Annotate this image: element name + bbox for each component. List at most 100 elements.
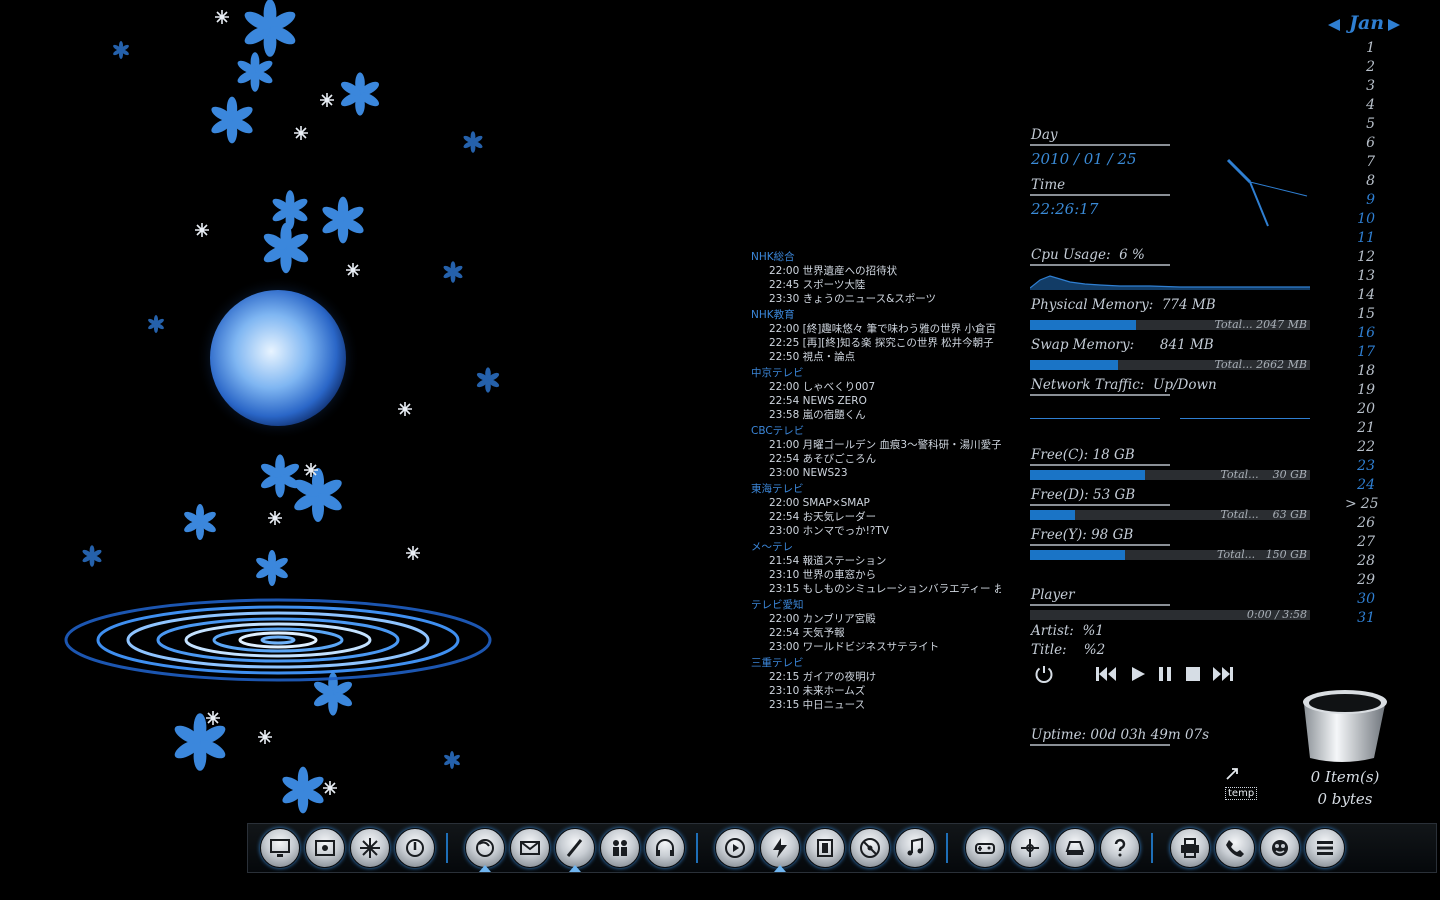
tv-channel-name[interactable]: テレビ愛知 bbox=[751, 598, 1001, 612]
calendar-day[interactable]: 7 bbox=[1345, 154, 1375, 173]
tv-channel-name[interactable]: 東海テレビ bbox=[751, 482, 1001, 496]
tv-program[interactable]: 23:15 もしものシミュレーションバラエティー お試しか bbox=[751, 582, 1001, 596]
tv-program[interactable]: 22:00 SMAP×SMAP bbox=[751, 496, 1001, 510]
puzzle-icon[interactable] bbox=[1260, 828, 1300, 868]
tv-program[interactable]: 22:54 天気予報 bbox=[751, 626, 1001, 640]
gamepad-icon[interactable] bbox=[965, 828, 1005, 868]
tv-channel-name[interactable]: 三重テレビ bbox=[751, 656, 1001, 670]
tv-program[interactable]: 22:15 ガイアの夜明け bbox=[751, 670, 1001, 684]
calendar-day[interactable]: 15 bbox=[1345, 306, 1375, 325]
calendar-day[interactable]: 5 bbox=[1345, 116, 1375, 135]
tv-channel-name[interactable]: NHK総合 bbox=[751, 250, 1001, 264]
calendar-day[interactable]: >25 bbox=[1345, 496, 1379, 515]
calendar-day[interactable]: 22 bbox=[1345, 439, 1375, 458]
people-icon[interactable] bbox=[600, 828, 640, 868]
tv-channel-name[interactable]: NHK教育 bbox=[751, 308, 1001, 322]
power-icon[interactable] bbox=[395, 828, 435, 868]
calendar-day[interactable]: 19 bbox=[1345, 382, 1375, 401]
calendar-month[interactable]: Jan bbox=[1349, 12, 1384, 34]
snowflake-icon[interactable] bbox=[350, 828, 390, 868]
calendar-day[interactable]: 28 bbox=[1345, 553, 1375, 572]
pause-icon[interactable] bbox=[1155, 663, 1175, 685]
tv-program[interactable]: 22:00 カンブリア宮殿 bbox=[751, 612, 1001, 626]
calendar-day[interactable]: 4 bbox=[1345, 97, 1375, 116]
tv-program[interactable]: 23:10 世界の車窓から bbox=[751, 568, 1001, 582]
calendar-day[interactable]: 2 bbox=[1345, 59, 1375, 78]
calendar-day[interactable]: 12 bbox=[1345, 249, 1375, 268]
tv-program[interactable]: 21:00 月曜ゴールデン 血痕3〜警科研・湯川愛子 bbox=[751, 438, 1001, 452]
tv-channel-name[interactable]: CBCテレビ bbox=[751, 424, 1001, 438]
drive-icon[interactable] bbox=[1055, 828, 1095, 868]
settings-window-icon[interactable] bbox=[305, 828, 345, 868]
tv-program[interactable]: 22:54 お天気レーダー bbox=[751, 510, 1001, 524]
desktop-icon-temp-label[interactable]: temp bbox=[1225, 787, 1258, 800]
tv-program[interactable]: 22:54 NEWS ZERO bbox=[751, 394, 1001, 408]
triangle-right-icon[interactable] bbox=[1387, 18, 1401, 32]
tv-program[interactable]: 22:00 [終]趣味悠々 筆で味わう雅の世界 小倉百 bbox=[751, 322, 1001, 336]
calendar-day[interactable]: 14 bbox=[1345, 287, 1375, 306]
tv-program[interactable]: 23:58 嵐の宿題くん bbox=[751, 408, 1001, 422]
calendar-day[interactable]: 21 bbox=[1345, 420, 1375, 439]
tv-program[interactable]: 23:00 NEWS23 bbox=[751, 466, 1001, 480]
mail-icon[interactable] bbox=[510, 828, 550, 868]
calendar-day[interactable]: 6 bbox=[1345, 135, 1375, 154]
calendar-day[interactable]: 20 bbox=[1345, 401, 1375, 420]
calendar-day[interactable]: 23 bbox=[1345, 458, 1375, 477]
calendar-day[interactable]: 26 bbox=[1345, 515, 1375, 534]
browser-icon[interactable] bbox=[465, 828, 505, 868]
media-player-icon[interactable] bbox=[805, 828, 845, 868]
calendar-day[interactable]: 16 bbox=[1345, 325, 1375, 344]
calendar-day[interactable]: 3 bbox=[1345, 78, 1375, 97]
calendar-day[interactable]: 17 bbox=[1345, 344, 1375, 363]
stop-icon[interactable] bbox=[1183, 663, 1203, 685]
previous-icon[interactable] bbox=[1094, 663, 1118, 685]
phone-icon[interactable] bbox=[1215, 828, 1255, 868]
monitor-icon[interactable] bbox=[260, 828, 300, 868]
tv-program[interactable]: 22:45 スポーツ大陸 bbox=[751, 278, 1001, 292]
tv-program[interactable]: 23:00 ホンマでっか!?TV bbox=[751, 524, 1001, 538]
player-progress[interactable]: 0:00 / 3:58 bbox=[1030, 608, 1310, 621]
tv-program[interactable]: 21:54 報道ステーション bbox=[751, 554, 1001, 568]
disc-icon[interactable] bbox=[850, 828, 890, 868]
play-circle-icon[interactable] bbox=[715, 828, 755, 868]
calendar-day[interactable]: 1 bbox=[1345, 40, 1375, 59]
shortcut-icon[interactable] bbox=[1224, 766, 1240, 782]
list-icon[interactable] bbox=[1305, 828, 1345, 868]
tv-program[interactable]: 22:00 しゃべくり007 bbox=[751, 380, 1001, 394]
calendar-day[interactable]: 24 bbox=[1345, 477, 1375, 496]
pen-icon[interactable] bbox=[555, 828, 595, 868]
tv-program[interactable]: 22:00 世界遺産への招待状 bbox=[751, 264, 1001, 278]
calendar-day[interactable]: 18 bbox=[1345, 363, 1375, 382]
headphones-icon[interactable] bbox=[645, 828, 685, 868]
calendar-day[interactable]: 9 bbox=[1345, 192, 1375, 211]
tv-channel-name[interactable]: 中京テレビ bbox=[751, 366, 1001, 380]
calendar-day[interactable]: 10 bbox=[1345, 211, 1375, 230]
power-icon[interactable] bbox=[1033, 663, 1055, 685]
crosshair-icon[interactable] bbox=[1010, 828, 1050, 868]
calendar-day[interactable]: 31 bbox=[1345, 610, 1375, 629]
lightning-icon[interactable] bbox=[760, 828, 800, 868]
tv-program[interactable]: 23:10 未来ホームズ bbox=[751, 684, 1001, 698]
next-icon[interactable] bbox=[1211, 663, 1235, 685]
tv-program[interactable]: 23:30 きょうのニュース&スポーツ bbox=[751, 292, 1001, 306]
help-icon[interactable] bbox=[1100, 828, 1140, 868]
running-indicator bbox=[569, 865, 581, 872]
calendar-day[interactable]: 30 bbox=[1345, 591, 1375, 610]
tv-program[interactable]: 23:00 ワールドビジネスサテライト bbox=[751, 640, 1001, 654]
physical-memory-bar: Total... 2047 MB bbox=[1030, 318, 1310, 331]
calendar-day[interactable]: 29 bbox=[1345, 572, 1375, 591]
tv-channel-name[interactable]: メ〜テレ bbox=[751, 540, 1001, 554]
tv-program[interactable]: 22:25 [再][終]知る楽 探究この世界 松井今朝子 bbox=[751, 336, 1001, 350]
calendar-day[interactable]: 8 bbox=[1345, 173, 1375, 192]
calendar-day[interactable]: 27 bbox=[1345, 534, 1375, 553]
printer-icon[interactable] bbox=[1170, 828, 1210, 868]
tv-program[interactable]: 22:54 あそびごころん bbox=[751, 452, 1001, 466]
calendar-day[interactable]: 11 bbox=[1345, 230, 1375, 249]
music-note-icon[interactable] bbox=[895, 828, 935, 868]
recycle-bin-icon[interactable] bbox=[1300, 688, 1390, 764]
triangle-left-icon[interactable] bbox=[1327, 18, 1341, 32]
tv-program[interactable]: 23:15 中日ニュース bbox=[751, 698, 1001, 712]
play-icon[interactable] bbox=[1128, 663, 1148, 685]
tv-program[interactable]: 22:50 視点・論点 bbox=[751, 350, 1001, 364]
calendar-day[interactable]: 13 bbox=[1345, 268, 1375, 287]
